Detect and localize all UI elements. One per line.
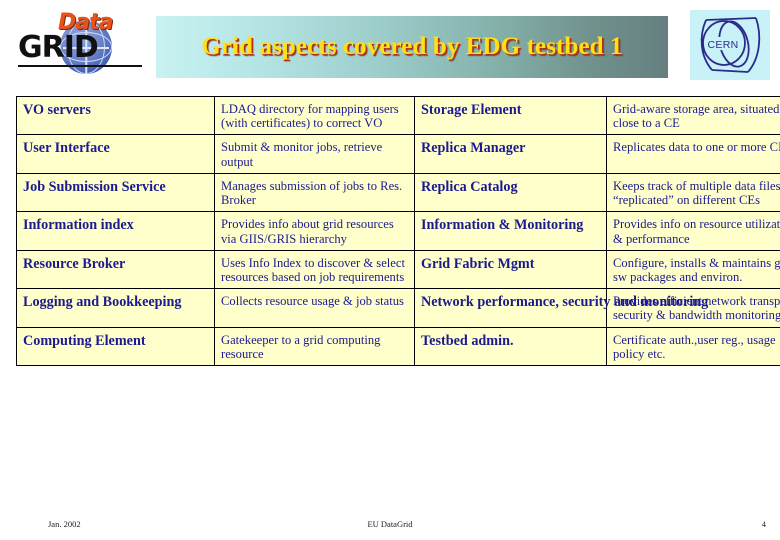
cell-right-desc: Certificate auth.,user reg., usage polic… (606, 326, 780, 367)
logo-underline (18, 65, 142, 67)
table-body: VO servers LDAQ directory for mapping us… (16, 95, 780, 367)
title-banner: Grid aspects covered by EDG testbed 1 (156, 16, 668, 78)
cell-left-term: User Interface (16, 134, 215, 174)
cell-left-desc: Manages submission of jobs to Res. Broke… (214, 172, 415, 213)
table-row: VO servers LDAQ directory for mapping us… (16, 95, 780, 136)
footer-page-number: 4 (761, 519, 766, 529)
table-row: Job Submission Service Manages submissio… (16, 172, 780, 213)
cell-left-term: Information index (16, 211, 215, 251)
cell-right-term: Testbed admin. (414, 326, 607, 367)
cell-right-desc: Grid-aware storage area, situated close … (606, 95, 780, 136)
cell-left-desc: Submit & monitor jobs, retrieve output (214, 134, 415, 174)
cell-left-term: Job Submission Service (16, 172, 215, 213)
cell-right-term: Replica Catalog (414, 172, 607, 213)
page-title: Grid aspects covered by EDG testbed 1 (201, 33, 623, 60)
cell-right-term: Information & Monitoring (414, 211, 607, 251)
cell-left-desc: Collects resource usage & job status (214, 288, 415, 328)
cell-left-desc: Uses Info Index to discover & select res… (214, 249, 415, 290)
slide-header: Data GRID Grid aspects covered by EDG te… (0, 0, 780, 92)
cell-left-desc: Provides info about grid resources via G… (214, 211, 415, 251)
cell-right-desc: Provides efficient network transport, se… (606, 288, 780, 328)
table-row: User Interface Submit & monitor jobs, re… (16, 134, 780, 174)
cell-left-term: Computing Element (16, 326, 215, 367)
cell-right-term: Replica Manager (414, 134, 607, 174)
cell-left-desc: LDAQ directory for mapping users (with c… (214, 95, 415, 136)
cell-right-desc: Configure, installs & maintains grid sw … (606, 249, 780, 290)
cell-left-term: Logging and Bookkeeping (16, 288, 215, 328)
table-row: Resource Broker Uses Info Index to disco… (16, 249, 780, 290)
cern-accelerator-icon: CERN (700, 17, 761, 73)
logo-word-grid: GRID (18, 30, 99, 65)
cell-left-desc: Gatekeeper to a grid computing resource (214, 326, 415, 367)
datagrid-logo: Data GRID (18, 8, 146, 80)
footer-project: EU DataGrid (367, 519, 413, 529)
cell-right-term: Storage Element (414, 95, 607, 136)
table-row: Information index Provides info about gr… (16, 211, 780, 251)
table-row: Computing Element Gatekeeper to a grid c… (16, 326, 780, 367)
cell-right-desc: Replicates data to one or more CEs (606, 134, 780, 174)
svg-text:CERN: CERN (708, 39, 739, 51)
cell-left-term: Resource Broker (16, 249, 215, 290)
grid-aspects-table: VO servers LDAQ directory for mapping us… (16, 95, 780, 367)
cell-right-term: Network performance, security and monito… (414, 288, 708, 328)
slide-footer: Jan. 2002 EU DataGrid 4 (0, 516, 780, 538)
cell-right-term: Grid Fabric Mgmt (414, 249, 607, 290)
cell-left-term: VO servers (16, 95, 215, 136)
cern-logo: CERN (690, 10, 770, 80)
cell-right-desc: Keeps track of multiple data files “repl… (606, 172, 780, 213)
table-row: Logging and Bookkeeping Collects resourc… (16, 288, 780, 328)
cell-right-desc: Provides info on resource utilization & … (606, 211, 780, 251)
